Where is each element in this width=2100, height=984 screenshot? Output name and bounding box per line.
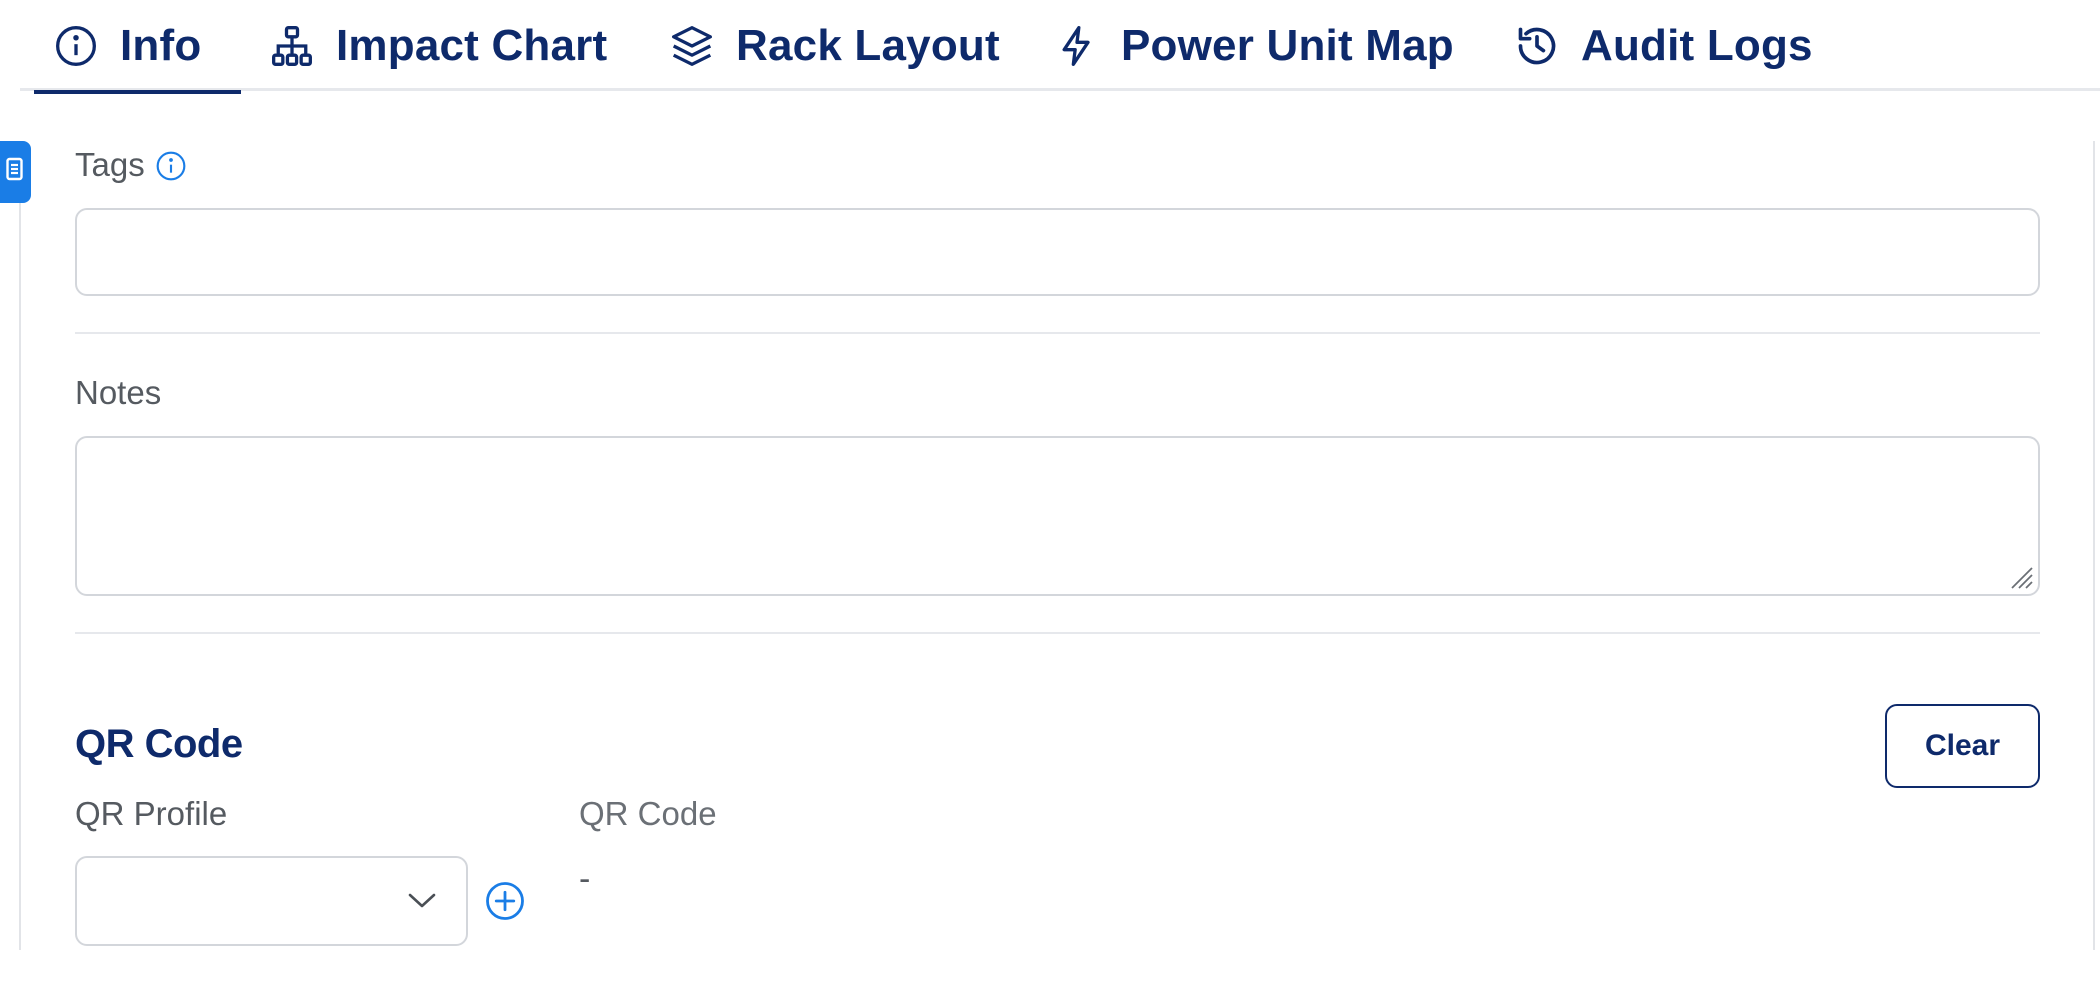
tab-rack-layout[interactable]: Rack Layout bbox=[670, 0, 1000, 91]
history-icon bbox=[1515, 24, 1559, 68]
document-icon bbox=[5, 157, 26, 188]
tab-bar: Info Impact Chart Rack Layout Power Unit… bbox=[20, 0, 2100, 94]
tab-audit-logs-label: Audit Logs bbox=[1581, 20, 1813, 70]
panel-scrollbar-track[interactable] bbox=[2093, 141, 2095, 950]
qr-code-label: QR Code bbox=[579, 795, 717, 832]
notes-label: Notes bbox=[75, 374, 162, 411]
divider bbox=[75, 332, 2040, 334]
tags-info-icon[interactable] bbox=[155, 150, 187, 182]
divider bbox=[75, 632, 2040, 634]
panel-left-border bbox=[19, 203, 21, 950]
tags-input[interactable] bbox=[75, 208, 2040, 296]
lightning-icon bbox=[1055, 24, 1099, 68]
tags-label: Tags bbox=[75, 146, 145, 184]
layers-icon bbox=[670, 24, 714, 68]
tab-impact-chart[interactable]: Impact Chart bbox=[270, 0, 607, 91]
hierarchy-icon bbox=[270, 24, 314, 68]
qr-section-title: QR Code bbox=[75, 722, 243, 766]
tab-power-unit-map-label: Power Unit Map bbox=[1121, 20, 1454, 70]
tab-info[interactable]: Info bbox=[33, 0, 242, 94]
chevron-down-icon bbox=[407, 888, 437, 917]
side-panel-toggle[interactable] bbox=[0, 141, 31, 203]
qr-profile-label: QR Profile bbox=[75, 795, 228, 832]
info-icon bbox=[54, 24, 98, 68]
add-qr-profile-icon[interactable] bbox=[484, 880, 526, 922]
tab-power-unit-map[interactable]: Power Unit Map bbox=[1055, 0, 1454, 91]
qr-profile-select[interactable] bbox=[75, 856, 468, 946]
resize-handle-icon[interactable] bbox=[2008, 564, 2034, 590]
tab-info-label: Info bbox=[120, 20, 202, 70]
tab-impact-chart-label: Impact Chart bbox=[336, 20, 608, 70]
tags-label-text: Tags bbox=[75, 146, 145, 183]
notes-textarea[interactable] bbox=[75, 436, 2040, 596]
clear-button[interactable]: Clear bbox=[1885, 704, 2040, 788]
tab-rack-layout-label: Rack Layout bbox=[736, 20, 1000, 70]
tab-audit-logs[interactable]: Audit Logs bbox=[1515, 0, 1813, 91]
qr-code-value: - bbox=[579, 860, 591, 898]
